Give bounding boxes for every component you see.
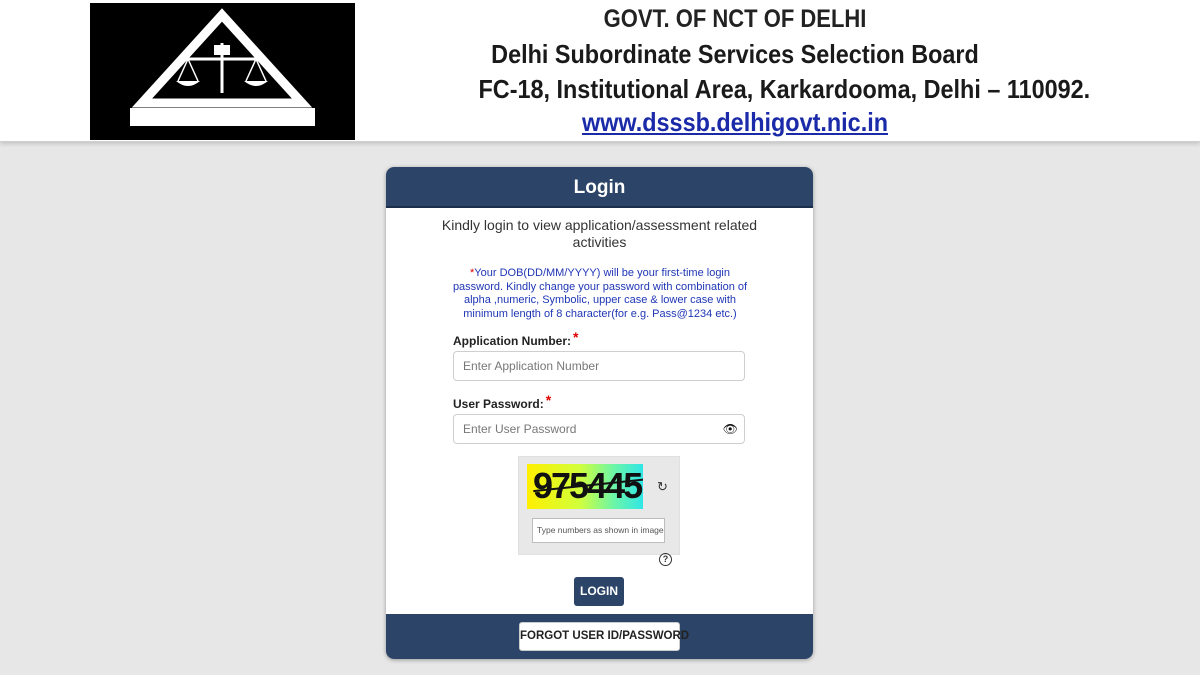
user-password-label: User Password: *	[453, 392, 552, 411]
header-website-link[interactable]: www.dsssb.delhigovt.nic.in	[479, 107, 992, 138]
forgot-userid-password-button[interactable]: FORGOT USER ID/PASSWORD	[519, 622, 689, 651]
login-intro-text: Kindly login to view application/assessm…	[441, 217, 758, 250]
user-password-input[interactable]: Enter User Password 👁	[453, 414, 745, 444]
login-card: Login Kindly login to view application/a…	[386, 167, 813, 659]
application-number-input[interactable]: Enter Application Number	[453, 351, 745, 381]
captcha-input[interactable]: Type numbers as shown in image	[532, 518, 665, 543]
login-button[interactable]: LOGIN	[574, 577, 624, 606]
logo-emblem	[90, 3, 355, 140]
dsssb-logo	[90, 3, 355, 140]
required-mark: *	[545, 392, 552, 408]
captcha-image: 975445	[527, 464, 643, 509]
login-title: Login	[386, 167, 813, 208]
site-header: GOVT. OF NCT OF DELHI Delhi Subordinate …	[0, 0, 1200, 142]
help-icon[interactable]: ?	[659, 553, 672, 566]
application-number-label-text: Application Number:	[453, 334, 572, 348]
header-govt-title: GOVT. OF NCT OF DELHI	[603, 5, 867, 33]
user-password-label-text: User Password:	[453, 397, 544, 411]
required-mark: *	[573, 329, 579, 345]
password-note: *Your DOB(DD/MM/YYYY) will be your first…	[446, 267, 754, 321]
refresh-icon[interactable]: ↻	[657, 479, 668, 495]
header-board-name: Delhi Subordinate Services Selection Boa…	[491, 39, 979, 69]
note-text: Your DOB(DD/MM/YYYY) will be your first-…	[452, 267, 748, 320]
application-number-label: Application Number: *	[453, 329, 579, 348]
login-card-footer: FORGOT USER ID/PASSWORD	[386, 614, 813, 659]
captcha-panel: 975445 ↻ Type numbers as shown in image	[518, 456, 680, 555]
password-placeholder: Enter User Password	[463, 422, 577, 436]
header-address: FC-18, Institutional Area, Karkardooma, …	[478, 74, 1091, 104]
eye-icon[interactable]: 👁	[723, 415, 738, 443]
